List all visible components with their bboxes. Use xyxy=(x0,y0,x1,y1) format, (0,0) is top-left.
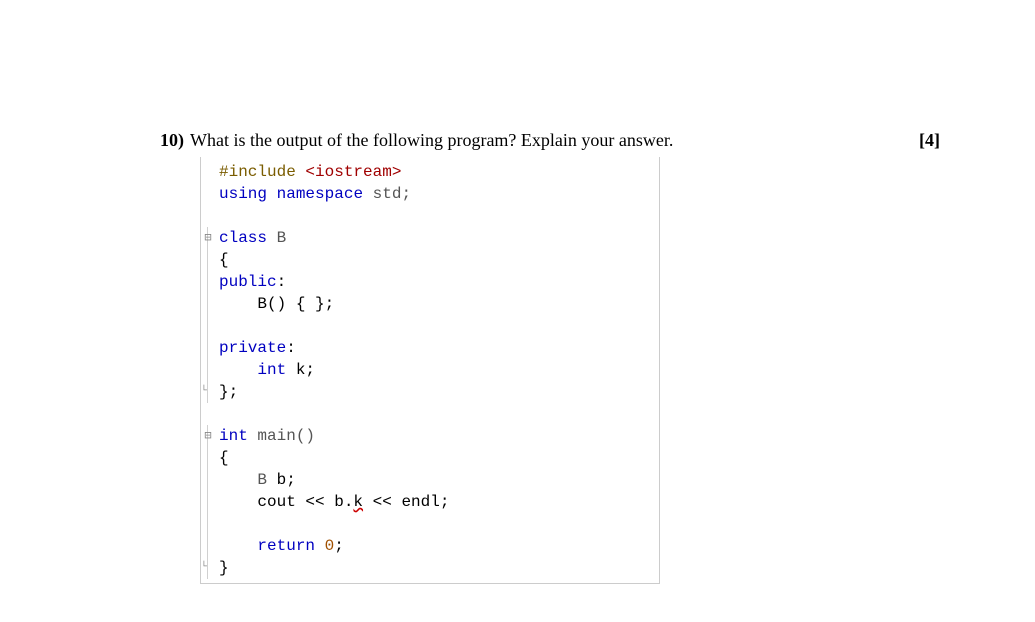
fold-toggle-icon[interactable]: ⊟ xyxy=(201,227,215,249)
keyword-int: int xyxy=(257,361,286,379)
code-line: using namespace std; xyxy=(201,183,659,205)
keyword-using: using xyxy=(219,185,267,203)
error-k: k xyxy=(353,493,363,511)
keyword-private: private xyxy=(219,339,286,357)
brace-open: { xyxy=(219,251,229,269)
code-line: B() { }; xyxy=(201,293,659,315)
fold-end-icon: └ xyxy=(201,381,207,403)
identifier-std: std; xyxy=(373,185,411,203)
code-line: B b; xyxy=(201,469,659,491)
fold-toggle-icon[interactable]: ⊟ xyxy=(201,425,215,447)
code-line: { xyxy=(201,447,659,469)
code-line: ⊟int main() xyxy=(201,425,659,447)
keyword-class: class xyxy=(219,229,267,247)
code-blank-line xyxy=(201,403,659,425)
code-line: cout << b.k << endl; xyxy=(201,491,659,513)
question-page: 10) What is the output of the following … xyxy=(160,130,940,584)
code-line: #include <iostream> xyxy=(201,161,659,183)
keyword-public: public xyxy=(219,273,277,291)
brace-close: } xyxy=(219,559,229,577)
constructor: B() { }; xyxy=(219,295,334,313)
brace-close: }; xyxy=(219,383,238,401)
code-line: return 0; xyxy=(201,535,659,557)
code-line: public: xyxy=(201,271,659,293)
question-left: 10) What is the output of the following … xyxy=(160,130,673,151)
fold-end-icon: └ xyxy=(201,557,207,579)
code-blank-line xyxy=(201,205,659,227)
code-line: { xyxy=(201,249,659,271)
main-block: ⊟int main() { B b; cout << b.k << endl; … xyxy=(201,425,659,579)
cout-pre: cout << b. xyxy=(219,493,353,511)
colon: : xyxy=(277,273,287,291)
keyword-int: int xyxy=(219,427,248,445)
keyword-namespace: namespace xyxy=(277,185,363,203)
main-name: main() xyxy=(248,427,315,445)
code-line: int k; xyxy=(201,359,659,381)
brace-open: { xyxy=(219,449,229,467)
code-line: private: xyxy=(201,337,659,359)
code-line: ⊟class B xyxy=(201,227,659,249)
code-blank-line xyxy=(201,513,659,535)
class-name: B xyxy=(277,229,287,247)
question-number: 10) xyxy=(160,130,184,151)
var-decl-b: b; xyxy=(267,471,296,489)
preprocessor: #include xyxy=(219,163,296,181)
keyword-return: return xyxy=(257,537,315,555)
question-header: 10) What is the output of the following … xyxy=(160,130,940,151)
code-blank-line xyxy=(201,315,659,337)
semicolon: ; xyxy=(334,537,344,555)
colon: : xyxy=(286,339,296,357)
code-line: └} xyxy=(201,557,659,579)
class-block: ⊟class B { public: B() { }; private: int… xyxy=(201,227,659,403)
code-box: #include <iostream> using namespace std;… xyxy=(200,157,660,584)
type-b: B xyxy=(257,471,267,489)
number-zero: 0 xyxy=(325,537,335,555)
var-decl-k: k; xyxy=(286,361,315,379)
question-marks: [4] xyxy=(919,130,940,151)
include-lib: <iostream> xyxy=(305,163,401,181)
code-line: └}; xyxy=(201,381,659,403)
cout-post: << endl; xyxy=(363,493,449,511)
question-text: What is the output of the following prog… xyxy=(190,130,673,151)
